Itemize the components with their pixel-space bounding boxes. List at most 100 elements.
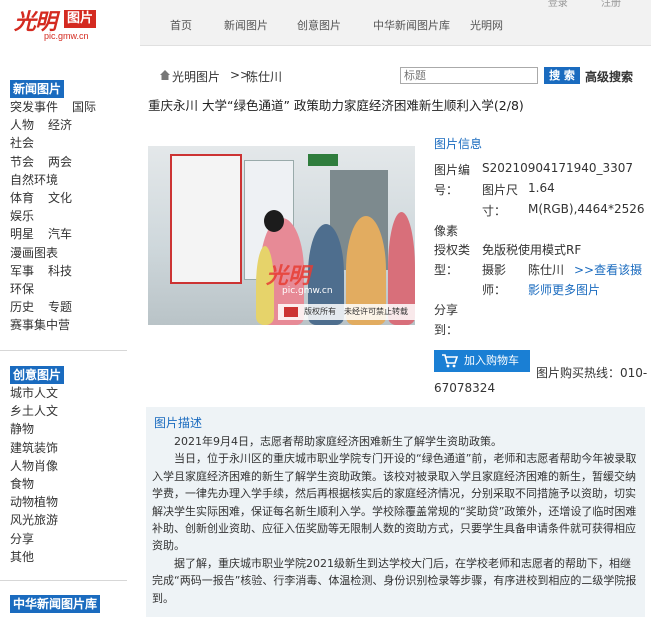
sidebar-row: 静物 <box>10 420 72 438</box>
sidebar-row: 赛事集中营 <box>10 316 126 334</box>
info-license-value: 免版税使用模式RF <box>482 243 582 257</box>
sidebar-creative-section: 创意图片 城市人文乡土人文静物建筑装饰人物肖像食物动物植物风光旅游分享其他 <box>10 366 72 566</box>
news-link[interactable]: 经济 <box>48 118 72 132</box>
sidebar-divider <box>0 350 127 351</box>
top-nav: 首页 新闻图片 创意图片 中华新闻图片库 光明网 登录 注册 <box>140 0 651 46</box>
sidebar-row: 体育 文化 <box>10 189 126 207</box>
sidebar-news-list: 突发事件 国际 人物 经济 社会 节会 两会 自然环境 体育 文化 娱乐 明星 汽车 漫画图表 军事 科技 环保… <box>10 98 126 335</box>
news-link[interactable]: 环保 <box>10 282 34 296</box>
creative-link[interactable]: 乡土人文 <box>10 404 58 418</box>
creative-link[interactable]: 食物 <box>10 477 34 491</box>
search-input[interactable] <box>400 67 538 84</box>
add-to-cart-button[interactable]: 加入购物车 <box>434 350 530 372</box>
sidebar-divider <box>0 580 127 581</box>
sidebar-row: 历史 专题 <box>10 298 126 316</box>
description-heading: 图片描述 <box>154 416 203 430</box>
news-link[interactable]: 体育 <box>10 191 34 205</box>
nav-news-photos[interactable]: 新闻图片 <box>224 17 268 33</box>
info-photographer-label: 摄影 <box>482 263 507 277</box>
sidebar-news-heading[interactable]: 新闻图片 <box>10 80 65 98</box>
creative-link[interactable]: 城市人文 <box>10 386 58 400</box>
cart-icon <box>442 354 458 368</box>
news-link[interactable]: 专题 <box>48 300 72 314</box>
news-link[interactable]: 科技 <box>48 264 72 278</box>
news-link[interactable]: 节会 <box>10 155 34 169</box>
news-link[interactable]: 两会 <box>48 155 72 169</box>
news-link[interactable]: 社会 <box>10 136 34 150</box>
photographer-more-link[interactable]: 影师更多图片 <box>528 281 600 298</box>
sidebar-creative-heading[interactable]: 创意图片 <box>10 366 65 384</box>
site-logo[interactable]: 光明 图片 pic.gmw.cn <box>14 4 104 42</box>
info-share-label: 分享 <box>434 303 459 317</box>
description-paragraph: 据了解，重庆城市职业学院2021级新生到达学校大门后，在学校老师和志愿者的帮助下… <box>152 556 637 605</box>
hotline-label: 图片购买热线：010- <box>536 366 648 380</box>
breadcrumb: 光明图片 >> 陈仕川 搜 索 高级搜索 <box>156 66 637 86</box>
info-size-label: 图片尺 <box>482 183 519 197</box>
photographer-profile-link[interactable]: >>查看该摄 <box>574 261 642 278</box>
news-link[interactable]: 军事 <box>10 264 34 278</box>
home-icon[interactable] <box>160 70 170 80</box>
info-size-unit: 像素 <box>434 224 459 238</box>
banner-logo-icon <box>284 307 298 317</box>
sidebar-row: 明星 汽车 <box>10 225 126 243</box>
sidebar-row: 自然环境 <box>10 171 126 189</box>
register-link[interactable]: 注册 <box>601 0 621 9</box>
sidebar-row: 动物植物 <box>10 493 72 511</box>
creative-link[interactable]: 动物植物 <box>10 495 58 509</box>
news-link[interactable]: 人物 <box>10 118 34 132</box>
breadcrumb-section[interactable]: 光明图片 <box>172 68 220 85</box>
nav-creative-photos[interactable]: 创意图片 <box>297 17 341 33</box>
creative-link[interactable]: 其他 <box>10 550 34 564</box>
creative-link[interactable]: 分享 <box>10 532 34 546</box>
news-link[interactable]: 文化 <box>48 191 72 205</box>
news-link[interactable]: 突发事件 <box>10 100 58 114</box>
login-link[interactable]: 登录 <box>548 0 568 9</box>
sidebar-row: 漫画图表 <box>10 244 126 262</box>
info-size-label: 寸： <box>482 204 507 218</box>
info-license-label: 型： <box>434 263 459 277</box>
news-link[interactable]: 历史 <box>10 300 34 314</box>
news-link[interactable]: 自然环境 <box>10 173 58 187</box>
sidebar-library-heading[interactable]: 中华新闻图片库 <box>10 595 101 613</box>
sidebar-row: 建筑装饰 <box>10 439 72 457</box>
top-links: 登录 注册 <box>518 0 621 9</box>
info-size-value: 1.64 <box>528 181 555 195</box>
creative-link[interactable]: 风光旅游 <box>10 513 58 527</box>
nav-photo-library[interactable]: 中华新闻图片库 <box>373 17 450 33</box>
main-photo[interactable]: 光明 pic.gmw.cn 版权所有 未经许可禁止转载 <box>148 146 415 325</box>
sidebar-row: 人物 经济 <box>10 116 126 134</box>
logo-tag: 图片 <box>64 10 97 28</box>
breadcrumb-author[interactable]: 陈仕川 <box>246 68 282 85</box>
search-button[interactable]: 搜 索 <box>544 67 580 84</box>
info-license-label: 授权类 <box>434 243 471 257</box>
news-link[interactable]: 漫画图表 <box>10 246 58 260</box>
sidebar-row: 环保 <box>10 280 126 298</box>
page-title: 重庆永川 大学“绿色通道” 政策助力家庭经济困难新生顺利入学(2/8) <box>148 98 524 113</box>
news-link[interactable]: 赛事集中营 <box>10 318 70 332</box>
creative-link[interactable]: 人物肖像 <box>10 459 58 473</box>
news-link[interactable]: 国际 <box>72 100 96 114</box>
info-share-label: 到： <box>434 323 459 337</box>
sidebar-row: 乡土人文 <box>10 402 72 420</box>
sidebar-news-section: 新闻图片 突发事件 国际 人物 经济 社会 节会 两会 自然环境 体育 文化 娱乐 明星 汽车 漫画图表军… <box>10 80 126 335</box>
sidebar-row: 城市人文 <box>10 384 72 402</box>
sidebar-library-section: 中华新闻图片库 <box>10 595 101 613</box>
info-photographer-label: 师： <box>482 283 507 297</box>
photo-watermark-url: pic.gmw.cn <box>282 286 333 296</box>
sidebar-row: 军事 科技 <box>10 262 126 280</box>
sidebar-row: 节会 两会 <box>10 153 126 171</box>
creative-link[interactable]: 建筑装饰 <box>10 441 58 455</box>
info-heading: 图片信息 <box>434 137 483 151</box>
sidebar-row: 人物肖像 <box>10 457 72 475</box>
description-paragraph: 2021年9月4日，志愿者帮助家庭经济困难新生了解学生资助政策。 <box>174 435 502 448</box>
nav-gmw[interactable]: 光明网 <box>470 17 503 33</box>
nav-home[interactable]: 首页 <box>170 17 192 33</box>
description-panel: 图片描述 2021年9月4日，志愿者帮助家庭经济困难新生了解学生资助政策。 当日… <box>146 407 645 617</box>
news-link[interactable]: 明星 <box>10 227 34 241</box>
news-link[interactable]: 汽车 <box>48 227 72 241</box>
advanced-search-link[interactable]: 高级搜索 <box>585 68 633 85</box>
sidebar-row: 分享 <box>10 530 72 548</box>
sidebar-row: 突发事件 国际 <box>10 98 126 116</box>
creative-link[interactable]: 静物 <box>10 422 34 436</box>
news-link[interactable]: 娱乐 <box>10 209 34 223</box>
